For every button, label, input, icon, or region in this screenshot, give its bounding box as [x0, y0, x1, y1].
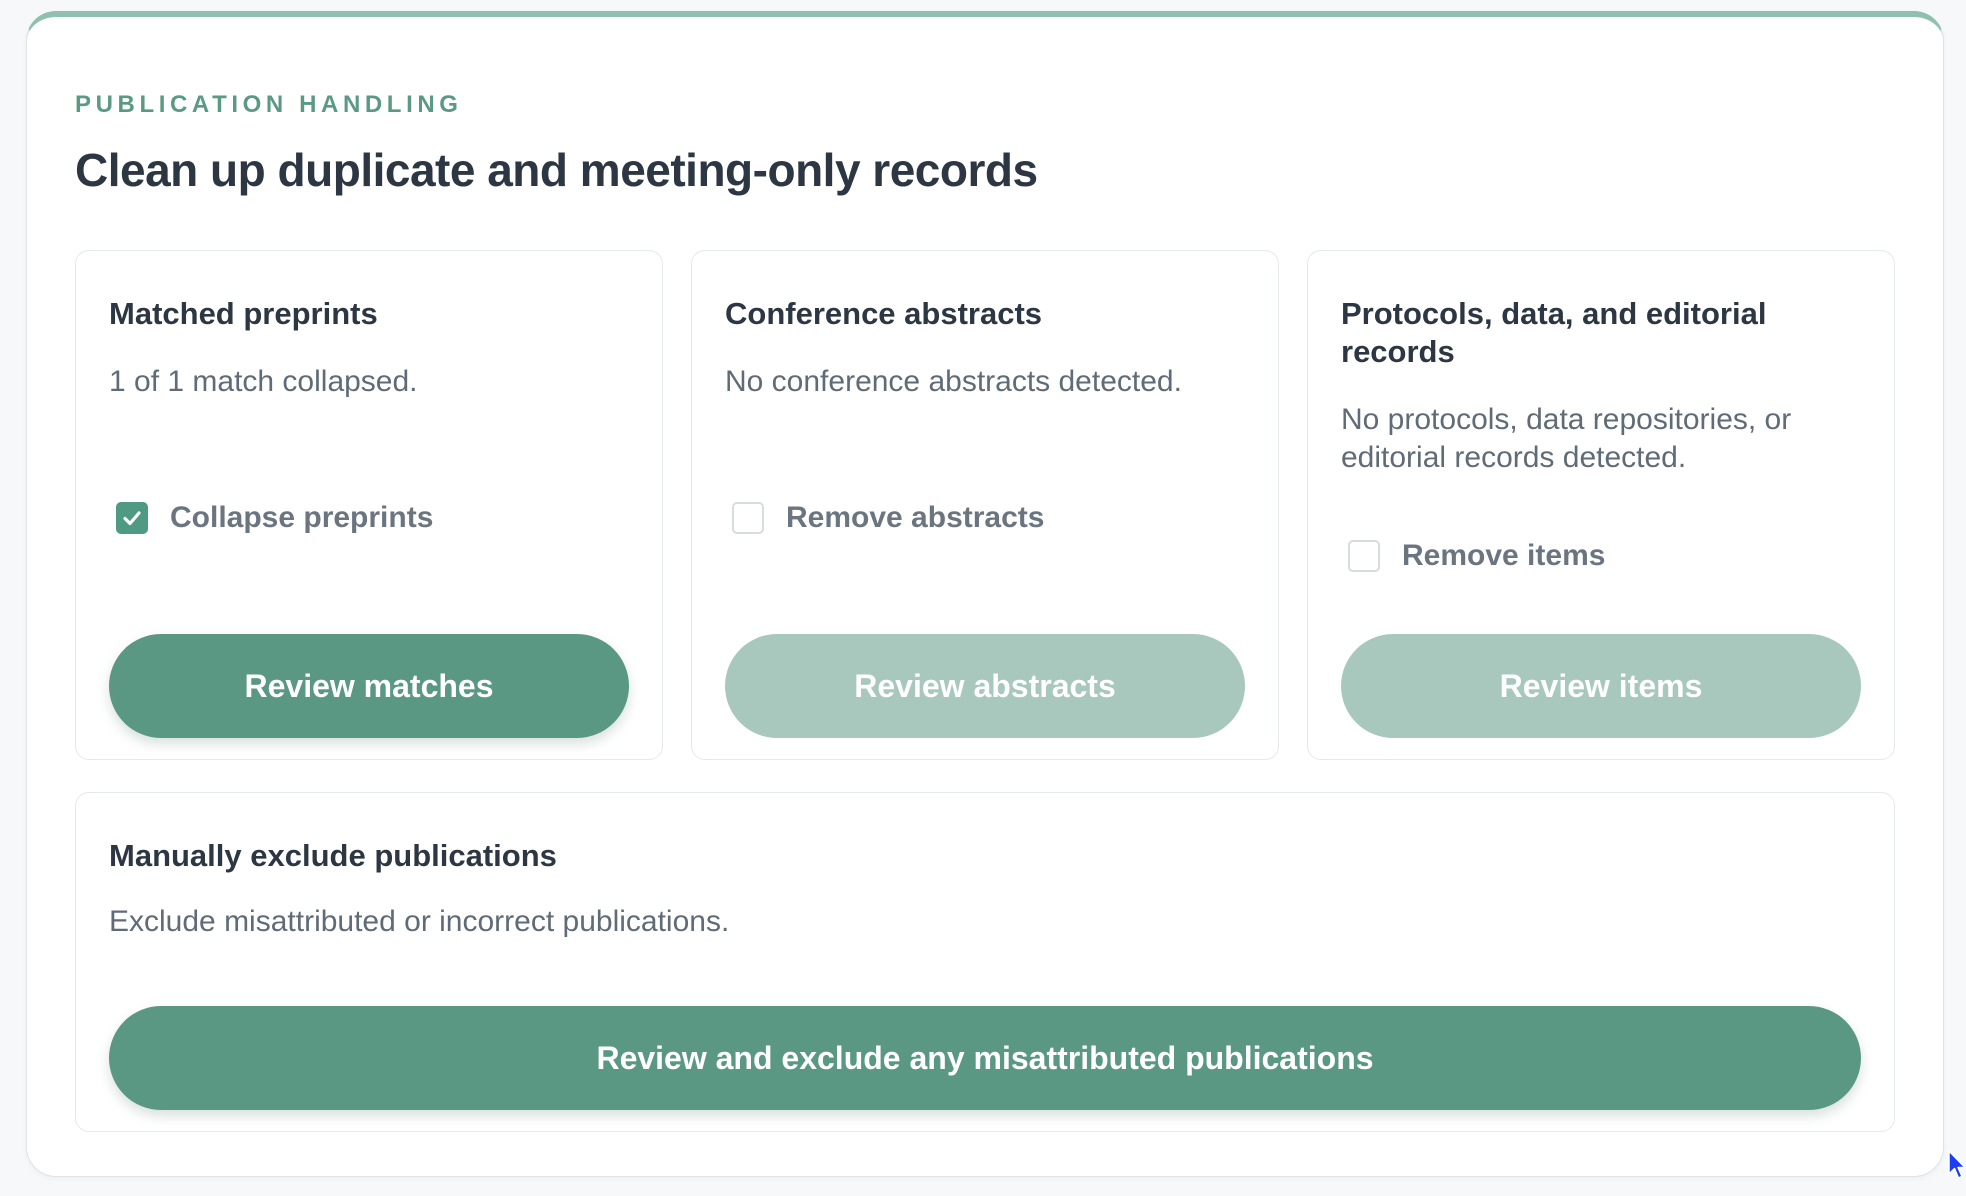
- checkbox-label[interactable]: Collapse preprints: [170, 501, 433, 535]
- conference-abstracts-card: Conference abstracts No conference abstr…: [691, 250, 1279, 760]
- card-title: Matched preprints: [109, 296, 378, 331]
- remove-items-checkbox[interactable]: [1348, 540, 1380, 572]
- collapse-preprints-checkbox[interactable]: [116, 502, 148, 534]
- check-icon: [123, 511, 141, 526]
- matched-preprints-card: Matched preprints 1 of 1 match collapsed…: [75, 250, 663, 760]
- card-description: No protocols, data repositories, or edit…: [1341, 403, 1792, 474]
- card-title: Protocols, data, and editorial records: [1341, 296, 1767, 369]
- review-items-button[interactable]: Review items: [1341, 634, 1861, 738]
- card-title: Conference abstracts: [725, 296, 1043, 331]
- collapse-preprints-option[interactable]: Collapse preprints: [116, 501, 433, 535]
- section-eyebrow: PUBLICATION HANDLING: [75, 91, 463, 118]
- review-matches-button[interactable]: Review matches: [109, 634, 629, 738]
- card-title: Manually exclude publications: [109, 838, 557, 873]
- checkbox-label[interactable]: Remove abstracts: [786, 501, 1044, 535]
- page-title: Clean up duplicate and meeting-only reco…: [75, 144, 1038, 196]
- card-description: Exclude misattributed or incorrect publi…: [109, 905, 730, 938]
- manual-exclude-card: Manually exclude publications Exclude mi…: [75, 792, 1895, 1132]
- publication-handling-panel: PUBLICATION HANDLING Clean up duplicate …: [26, 11, 1944, 1177]
- review-abstracts-button[interactable]: Review abstracts: [725, 634, 1245, 738]
- remove-abstracts-checkbox[interactable]: [732, 502, 764, 534]
- card-description: No conference abstracts detected.: [725, 365, 1182, 398]
- review-exclude-publications-button[interactable]: Review and exclude any misattributed pub…: [109, 1006, 1861, 1110]
- remove-items-option[interactable]: Remove items: [1348, 539, 1605, 573]
- remove-abstracts-option[interactable]: Remove abstracts: [732, 501, 1044, 535]
- protocols-records-card: Protocols, data, and editorial records N…: [1307, 250, 1895, 760]
- checkbox-label[interactable]: Remove items: [1402, 539, 1605, 573]
- mouse-pointer-icon: [1948, 1150, 1966, 1179]
- card-description: 1 of 1 match collapsed.: [109, 365, 418, 398]
